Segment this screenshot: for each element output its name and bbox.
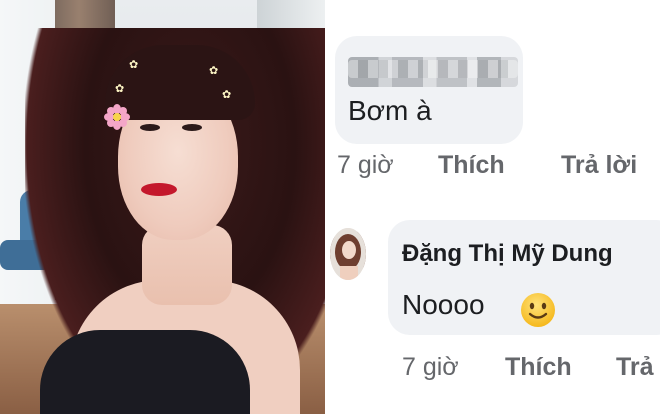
- like-link[interactable]: Thích: [505, 352, 572, 382]
- comment-text: Bơm à: [348, 95, 432, 126]
- screenshot-composite: ✿ ✿ ✿ ✿ Bơm à 7 giờ Thích Trả lời Đặng T…: [0, 0, 660, 414]
- pink-flower-icon: [104, 104, 130, 130]
- sparkle-icon: ✿: [209, 65, 219, 77]
- comment-text: Noooo: [402, 289, 485, 320]
- like-link[interactable]: Thích: [438, 150, 505, 180]
- right-eye: [182, 124, 202, 131]
- comment-time: 7 giờ: [337, 151, 394, 179]
- red-lips: [141, 183, 177, 196]
- comment-bubble-1: Bơm à: [335, 36, 523, 144]
- portrait-photo: ✿ ✿ ✿ ✿: [0, 0, 327, 414]
- comments-panel: Bơm à 7 giờ Thích Trả lời Đặng Thị Mỹ Du…: [327, 0, 660, 414]
- sparkle-icon: ✿: [129, 59, 139, 71]
- left-eye: [140, 124, 160, 131]
- comment-time: 7 giờ: [402, 353, 459, 381]
- avatar-portrait-icon: [330, 228, 366, 280]
- reply-link[interactable]: Trả lời: [561, 150, 637, 180]
- comment-bubble-2: Đặng Thị Mỹ Dung Noooo: [388, 220, 660, 335]
- sparkle-icon: ✿: [115, 83, 125, 95]
- smiley-face-icon: [521, 293, 555, 327]
- commenter-name[interactable]: Đặng Thị Mỹ Dung: [402, 239, 613, 269]
- avatar[interactable]: [330, 228, 366, 280]
- black-top: [40, 330, 250, 414]
- reply-link[interactable]: Trả: [616, 352, 654, 382]
- blur-overlay: [348, 60, 518, 78]
- sparkle-icon: ✿: [222, 89, 232, 101]
